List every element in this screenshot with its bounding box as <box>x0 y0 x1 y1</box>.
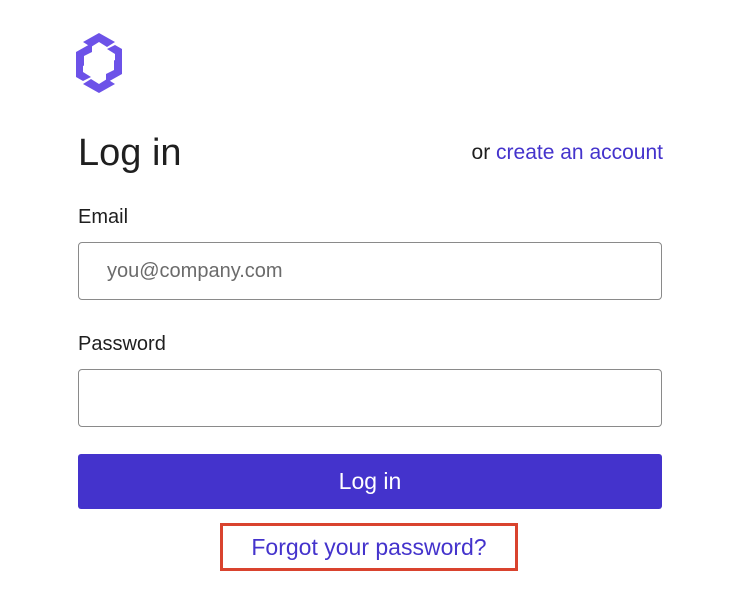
password-field[interactable] <box>78 369 662 427</box>
create-account-link[interactable]: create an account <box>496 141 663 164</box>
logo-segment-top <box>83 33 115 47</box>
forgot-password-link[interactable]: Forgot your password? <box>223 526 515 568</box>
logo-segment-bottom <box>83 79 115 93</box>
password-label: Password <box>78 333 166 355</box>
login-page: Log in or create an account Email Passwo… <box>0 0 731 591</box>
login-header: Log in or create an account <box>78 128 663 178</box>
or-text: or <box>471 141 491 164</box>
login-button[interactable]: Log in <box>78 454 662 509</box>
forgot-password-highlight: Forgot your password? <box>220 523 518 571</box>
logo-segment-upper-left <box>76 43 92 66</box>
create-account-prompt: or create an account <box>472 140 663 166</box>
email-field[interactable] <box>78 242 662 300</box>
email-label: Email <box>78 206 129 228</box>
logo-segment-lower-right <box>106 60 122 83</box>
hexagon-logo-icon <box>76 33 122 93</box>
page-title: Log in <box>78 132 182 174</box>
